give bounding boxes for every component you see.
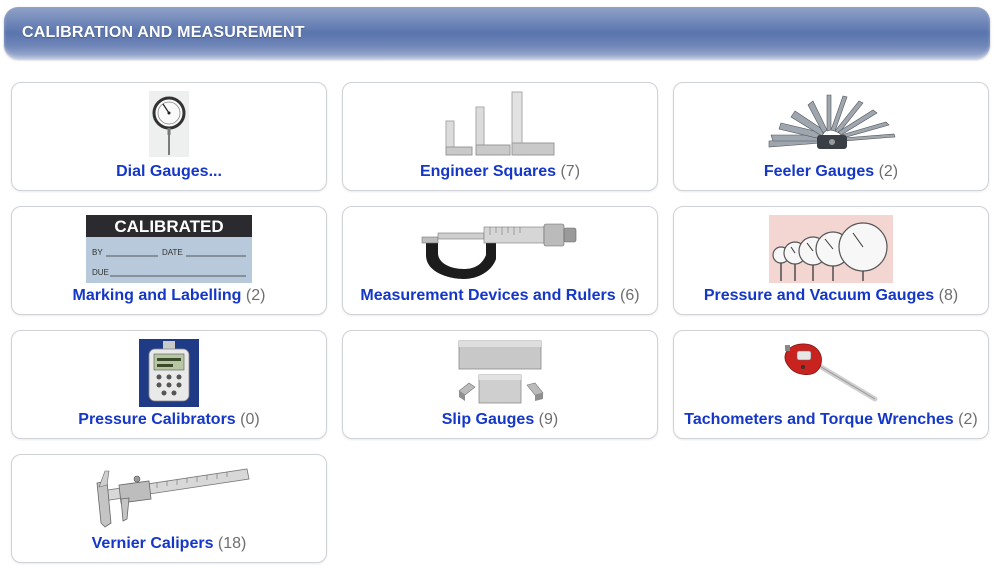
category-card-measurement-devices[interactable]: Measurement Devices and Rulers (6) [342, 206, 658, 315]
category-count: (2) [878, 163, 899, 180]
category-name[interactable]: Pressure Calibrators [78, 411, 235, 428]
dial-gauge-icon[interactable] [12, 90, 326, 158]
category-count: (6) [620, 287, 640, 304]
engineer-square-icon[interactable] [343, 90, 657, 158]
category-card-pressure-vacuum-gauges[interactable]: Pressure and Vacuum Gauges (8) [673, 206, 989, 315]
label-by-text: BY [92, 248, 103, 257]
label-due-text: DUE [92, 268, 109, 277]
category-count: (7) [560, 163, 581, 180]
category-name[interactable]: Dial Gauges... [116, 163, 222, 180]
torque-wrench-icon[interactable] [674, 338, 988, 406]
pressure-calibrator-icon[interactable] [12, 339, 326, 407]
category-count: (2) [245, 287, 266, 304]
category-count: (18) [217, 535, 247, 552]
category-card-vernier-calipers[interactable]: Vernier Calipers (18) [11, 454, 327, 563]
category-name[interactable]: Pressure and Vacuum Gauges [704, 287, 934, 304]
category-count: (2) [958, 411, 978, 428]
category-card-marking-labelling[interactable]: CALIBRATED BY DATE DUE Marking and Label… [11, 206, 327, 315]
category-name[interactable]: Vernier Calipers [92, 535, 214, 552]
section-header: CALIBRATION AND MEASUREMENT [4, 7, 990, 59]
category-card-pressure-calibrators[interactable]: Pressure Calibrators (0) [11, 330, 327, 439]
label-date-text: DATE [162, 248, 183, 257]
category-card-dial-gauges[interactable]: Dial Gauges... [11, 82, 327, 191]
pressure-gauges-icon[interactable] [674, 215, 988, 283]
category-count: (9) [538, 411, 559, 428]
category-count: (0) [240, 411, 260, 428]
feeler-gauge-icon[interactable] [674, 90, 988, 158]
category-name[interactable]: Tachometers and Torque Wrenches [684, 411, 953, 428]
category-count: (8) [938, 287, 959, 304]
vernier-caliper-icon[interactable] [12, 462, 326, 530]
category-card-slip-gauges[interactable]: Slip Gauges (9) [342, 330, 658, 439]
category-name[interactable]: Measurement Devices and Rulers [360, 287, 615, 304]
category-name[interactable]: Slip Gauges [442, 411, 534, 428]
micrometer-icon[interactable] [343, 214, 657, 282]
section-title: CALIBRATION AND MEASUREMENT [22, 24, 305, 41]
slip-gauge-icon[interactable] [343, 338, 657, 406]
label-calibrated-text: CALIBRATED [114, 217, 223, 236]
category-name[interactable]: Feeler Gauges [764, 163, 874, 180]
category-card-tachometers-torque-wrenches[interactable]: Tachometers and Torque Wrenches (2) [673, 330, 989, 439]
category-card-engineer-squares[interactable]: Engineer Squares (7) [342, 82, 658, 191]
category-name[interactable]: Engineer Squares [420, 163, 556, 180]
category-grid: Dial Gauges... Engineer Squares (7) Feel… [11, 82, 989, 563]
category-name[interactable]: Marking and Labelling [73, 287, 242, 304]
category-card-feeler-gauges[interactable]: Feeler Gauges (2) [673, 82, 989, 191]
calibrated-label-icon[interactable]: CALIBRATED BY DATE DUE [12, 215, 326, 283]
